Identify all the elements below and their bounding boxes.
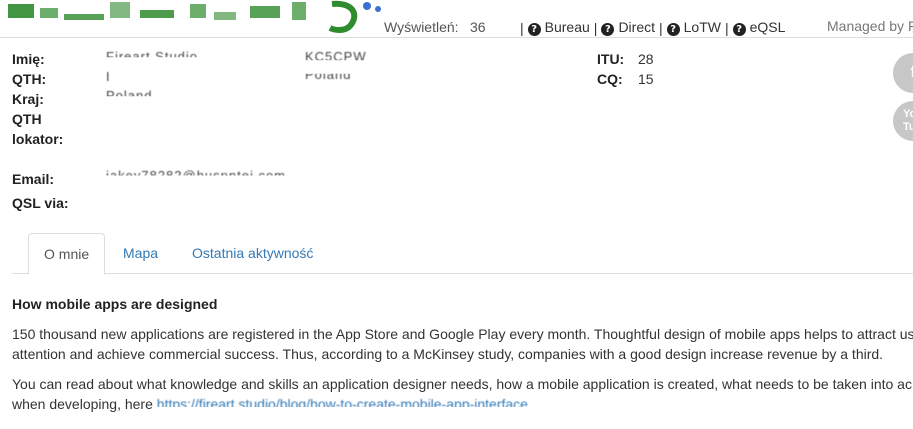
- header-divider: [0, 37, 913, 38]
- separator: |: [659, 19, 663, 36]
- article-paragraph-1: 150 thousand new applications are regist…: [12, 326, 913, 362]
- cq-value: 15: [638, 71, 654, 87]
- question-icon: ?: [666, 23, 680, 36]
- qsl-direct[interactable]: ? Direct: [601, 19, 655, 36]
- email-label: Email:: [12, 171, 55, 187]
- tab-recent-activity[interactable]: Ostatnia aktywność: [177, 233, 328, 273]
- tabs-divider: [12, 273, 913, 274]
- views-label: Wyświetleń:: [384, 19, 459, 35]
- question-icon: ?: [601, 23, 615, 36]
- locator-label: QTH: [12, 111, 42, 127]
- site-logo[interactable]: [0, 0, 385, 36]
- separator: |: [593, 19, 598, 36]
- qsl-via-label: QSL via:: [12, 195, 69, 211]
- qsl-methods: | ? Bureau | ? Direct | ? LoTW | ? eQSL: [516, 19, 785, 36]
- name-label: Imię:: [12, 51, 45, 67]
- itu-value: 28: [638, 51, 654, 67]
- qth-value: I: [106, 69, 111, 84]
- managed-by-text: Managed by F: [827, 18, 913, 34]
- facebook-button[interactable]: f: [893, 53, 913, 93]
- tab-map[interactable]: Mapa: [108, 233, 173, 273]
- article-title: How mobile apps are designed: [12, 296, 218, 312]
- qth-label: QTH:: [12, 71, 47, 87]
- qsl-bureau[interactable]: ? Bureau: [527, 19, 590, 36]
- country-label: Kraj:: [12, 91, 44, 107]
- country-value: Poland: [106, 88, 153, 103]
- qth-country-value: Poland: [305, 67, 352, 82]
- tab-about[interactable]: O mnie: [28, 233, 106, 275]
- itu-label: ITU:: [597, 51, 625, 67]
- name-value: Fireart Studio: [106, 49, 199, 64]
- callsign-value: KC5CPW: [305, 49, 367, 64]
- question-icon: ?: [732, 23, 746, 36]
- separator: |: [520, 19, 524, 36]
- question-icon: ?: [527, 23, 541, 36]
- cq-label: CQ:: [597, 71, 623, 87]
- youtube-icon: Yo Tu: [903, 108, 913, 133]
- locator-label-2: lokator:: [12, 131, 64, 147]
- article-link[interactable]: https://fireart.studio/blog/how-to-creat…: [157, 394, 528, 407]
- qsl-eqsl[interactable]: ? eQSL: [732, 19, 785, 36]
- qsl-lotw[interactable]: ? LoTW: [666, 19, 721, 36]
- article-paragraph-2: You can read about what knowledge and sk…: [12, 376, 912, 412]
- youtube-button[interactable]: Yo Tu: [893, 101, 913, 141]
- separator: |: [724, 19, 729, 36]
- views-count: 36: [470, 19, 486, 35]
- email-value[interactable]: jakey78282@huspntei.com: [106, 168, 286, 176]
